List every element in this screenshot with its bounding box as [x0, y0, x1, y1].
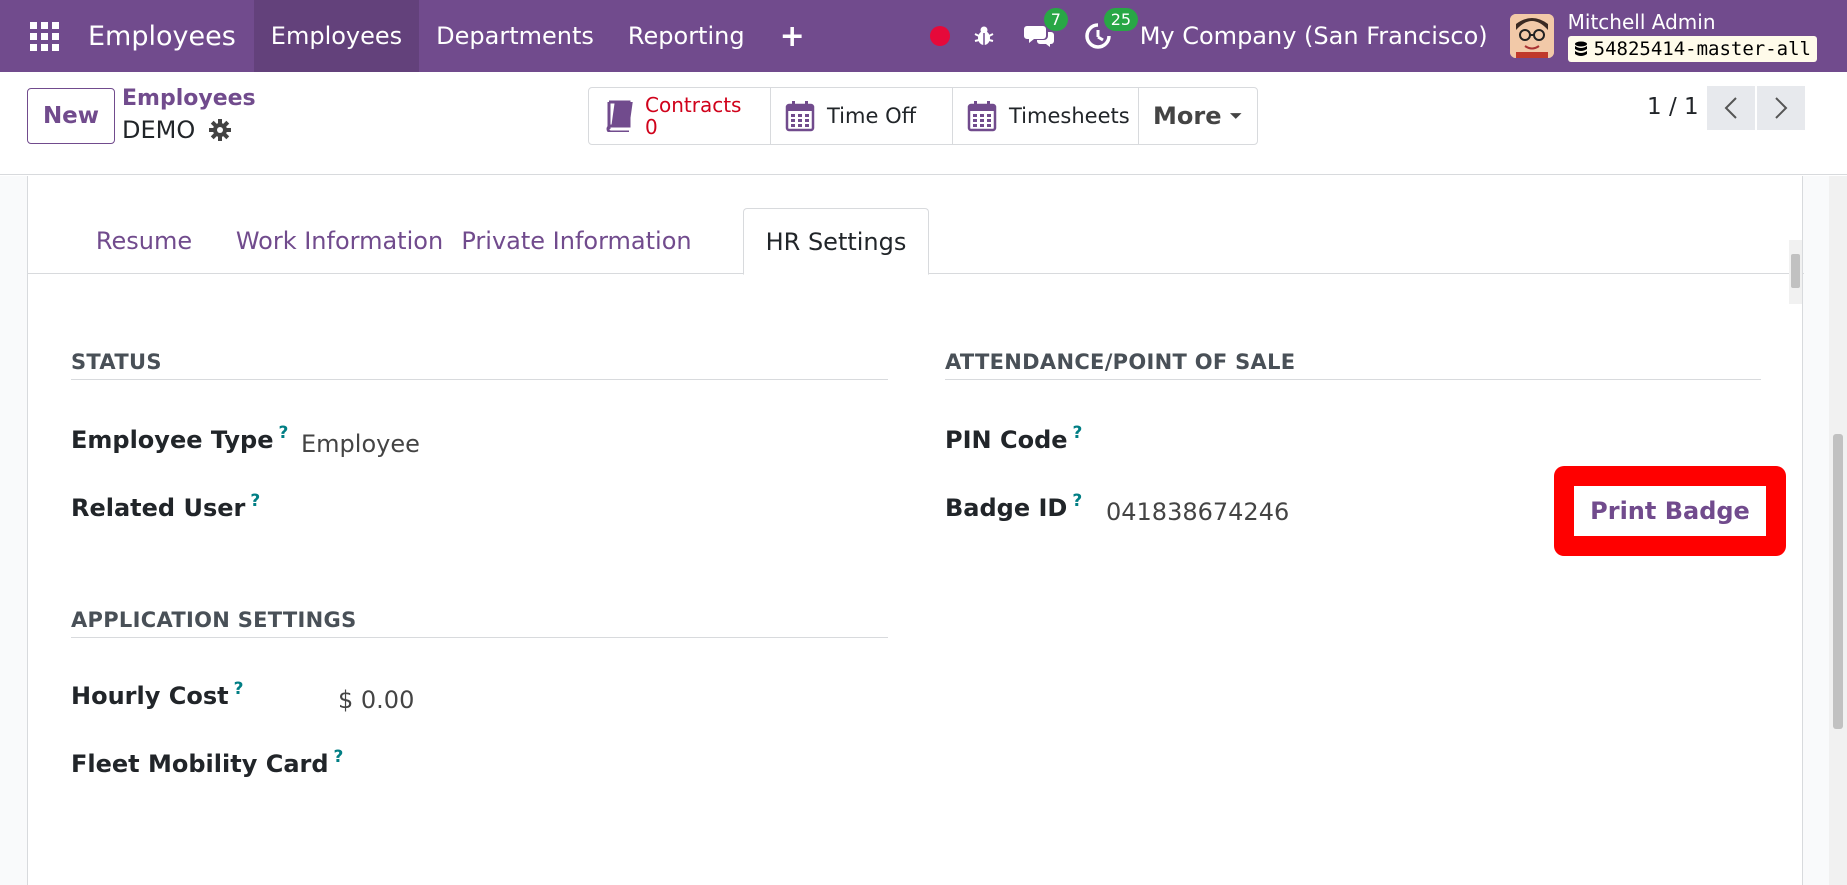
contracts-smart-button[interactable]: Contracts 0 [589, 88, 771, 144]
activities-button[interactable]: 25 [1084, 8, 1139, 50]
print-badge-highlight: Print Badge [1554, 466, 1786, 556]
database-icon [1574, 41, 1587, 56]
database-chip: 54825414-master-all [1567, 35, 1817, 62]
tab-hr-settings[interactable]: HR Settings [743, 208, 929, 275]
attendance-section-title: ATTENDANCE/POINT OF SALE [945, 350, 1296, 374]
debug-button[interactable] [972, 24, 996, 48]
badge-id-field[interactable]: 041838674246 [1106, 498, 1289, 526]
timeoff-label: Time Off [827, 104, 917, 128]
contracts-count: 0 [645, 115, 658, 139]
control-panel: New Employees DEMO Contracts 0 Time Off … [0, 72, 1847, 175]
chevron-right-icon [1775, 97, 1788, 119]
more-label: More [1153, 102, 1222, 130]
contracts-text: Contracts 0 [645, 94, 741, 138]
nav-departments[interactable]: Departments [419, 0, 611, 72]
messages-button[interactable]: 7 [1023, 8, 1068, 50]
timesheets-smart-button[interactable]: Timesheets [953, 88, 1139, 144]
messages-count-badge: 7 [1043, 8, 1068, 31]
calendar-icon [967, 100, 997, 132]
gear-icon [209, 119, 232, 141]
help-icon[interactable]: ? [1073, 423, 1083, 443]
company-switcher[interactable]: My Company (San Francisco) [1140, 22, 1488, 50]
status-divider [71, 379, 888, 380]
record-name: DEMO [122, 116, 196, 144]
tab-private-information[interactable]: Private Information [460, 208, 693, 274]
related-user-label: Related User? [71, 491, 261, 522]
database-name: 54825414-master-all [1593, 37, 1811, 60]
print-badge-button[interactable]: Print Badge [1590, 497, 1750, 525]
employee-type-field[interactable]: Employee [301, 430, 420, 458]
help-icon[interactable]: ? [334, 747, 344, 767]
help-icon[interactable]: ? [250, 491, 260, 511]
navbar-systray: 7 25 My Company (San Francisco) Mitchell… [929, 0, 1847, 72]
status-section-title: STATUS [71, 350, 162, 374]
add-menu-button[interactable]: + [762, 19, 823, 54]
pager-buttons [1707, 86, 1805, 130]
grid-icon [29, 21, 59, 51]
attendance-divider [945, 379, 1761, 380]
calendar-icon [785, 100, 815, 132]
pin-code-label: PIN Code? [945, 423, 1083, 454]
smart-buttons: Contracts 0 Time Off Timesheets More [588, 87, 1258, 145]
timeoff-smart-button[interactable]: Time Off [771, 88, 953, 144]
user-avatar[interactable] [1509, 14, 1554, 58]
breadcrumb[interactable]: Employees [122, 86, 256, 111]
nav-employees[interactable]: Employees [253, 0, 420, 72]
pager-previous-button[interactable] [1707, 86, 1755, 130]
page-scrollbar[interactable] [1829, 176, 1847, 885]
app-title[interactable]: Employees [88, 21, 254, 52]
employee-type-label: Employee Type? [71, 423, 289, 454]
help-icon[interactable]: ? [278, 423, 288, 443]
record-title: DEMO [122, 116, 232, 144]
help-icon[interactable]: ? [234, 679, 244, 699]
tabs-scrollbar[interactable] [1789, 240, 1802, 304]
book-icon [603, 100, 633, 132]
chevron-left-icon [1724, 97, 1737, 119]
contracts-label: Contracts [645, 93, 742, 117]
avatar-face-icon [1509, 14, 1554, 58]
tab-work-information[interactable]: Work Information [230, 208, 449, 274]
application-divider [71, 637, 888, 638]
pager-next-button[interactable] [1757, 86, 1805, 130]
more-dropdown-button[interactable]: More [1139, 88, 1257, 144]
pager-value[interactable]: 1 / 1 [1647, 94, 1699, 120]
hourly-cost-label: Hourly Cost? [71, 679, 244, 710]
top-navbar: Employees Employees Departments Reportin… [0, 0, 1847, 72]
apps-menu-button[interactable] [0, 0, 88, 72]
caret-down-icon [1230, 113, 1243, 119]
form-sheet: Resume Work Information Private Informat… [27, 176, 1804, 885]
badge-id-label: Badge ID? [945, 491, 1083, 522]
new-button[interactable]: New [27, 88, 115, 144]
tab-resume[interactable]: Resume [73, 208, 215, 274]
form-content: Resume Work Information Private Informat… [0, 176, 1847, 885]
hourly-cost-field[interactable]: $ 0.00 [338, 686, 414, 714]
user-name: Mitchell Admin [1567, 9, 1716, 34]
fleet-card-label: Fleet Mobility Card? [71, 747, 344, 778]
timesheets-label: Timesheets [1009, 104, 1130, 128]
application-section-title: APPLICATION SETTINGS [71, 608, 357, 632]
nav-reporting[interactable]: Reporting [611, 0, 762, 72]
help-icon[interactable]: ? [1072, 491, 1082, 511]
notebook-tabs: Resume Work Information Private Informat… [28, 208, 1804, 304]
user-menu[interactable]: Mitchell Admin 54825414-master-all [1567, 9, 1817, 62]
activities-count-badge: 25 [1103, 8, 1139, 31]
record-indicator-icon[interactable] [929, 26, 950, 46]
bug-icon [974, 26, 994, 45]
record-actions-button[interactable] [209, 119, 232, 141]
